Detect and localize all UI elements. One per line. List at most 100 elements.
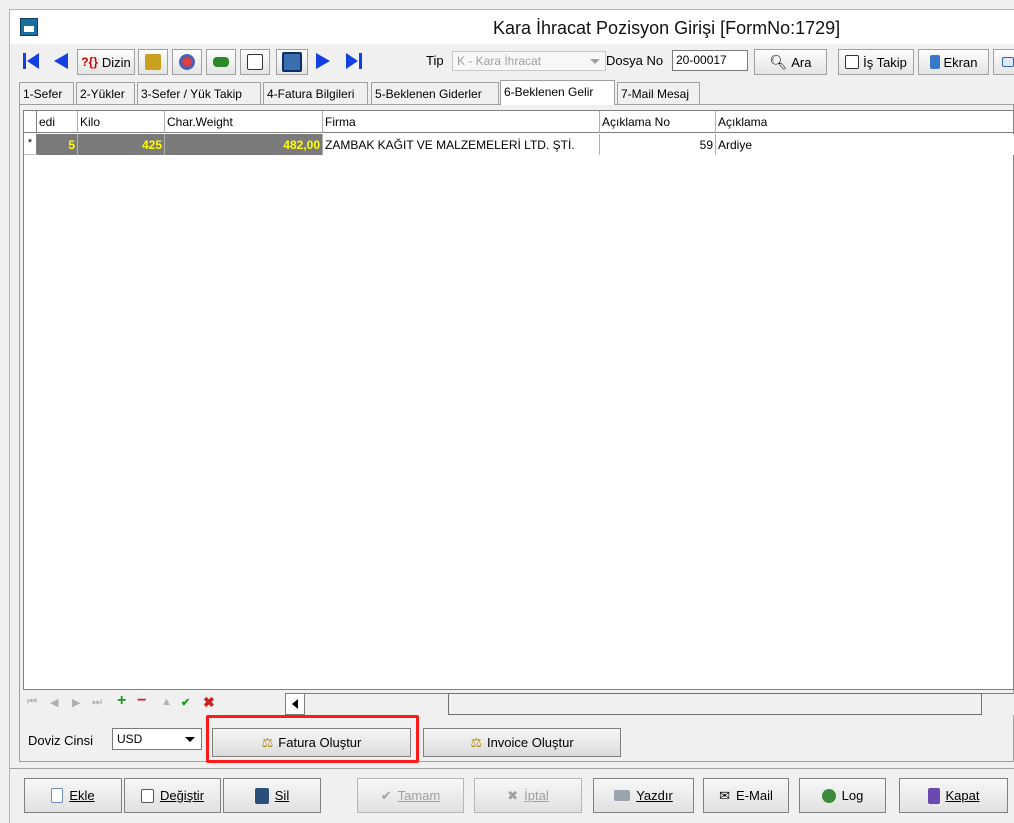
first-record-icon-bar [23,53,26,69]
kapat-label: Kapat [945,788,980,803]
printer-icon [614,790,631,801]
email-button[interactable]: ✉ E-Mail [703,778,789,813]
confirm-icon[interactable]: ✔ [181,696,190,709]
invoice-olustur-label: Invoice Oluştur [486,735,574,750]
print-preview-icon [247,54,263,70]
search-icon: 🔍︎ [769,53,788,70]
nav-prev-icon[interactable]: ◀ [50,696,58,709]
tab-yukler[interactable]: 2-Yükler [76,82,135,104]
previous-record-icon[interactable] [54,53,68,69]
extra-button[interactable] [993,49,1014,75]
dosya-label: Dosya No [606,53,664,68]
gelir-grid[interactable]: edi Kilo Char.Weight Firma Açıklama No A… [23,110,1014,690]
title-bar: Kara İhracat Pozisyon Girişi [FormNo:172… [10,10,1014,44]
palette-button[interactable] [172,49,202,75]
money-button[interactable] [206,49,236,75]
iptal-button[interactable]: ✖ İptal [474,778,582,813]
tamam-label: Tamam [397,788,441,803]
edit-icon [140,788,154,803]
envelope-icon: ✉ [719,787,731,803]
highlight-box [206,715,419,763]
calculator-icon [282,52,302,72]
tab-sefer-yuk-takip[interactable]: 3-Sefer / Yük Takip [137,82,261,104]
cancel-icon: ✖ [507,787,519,803]
header-aciklama[interactable]: Açıklama [716,111,1014,133]
header-indicator [24,111,37,133]
ekle-button[interactable]: Ekle [24,778,122,813]
add-row-icon[interactable]: + [117,692,126,710]
tab-beklenen-giderler[interactable]: 5-Beklenen Giderler [371,82,499,104]
dizin-button[interactable]: ?{} Dizin [77,49,135,75]
header-kilo[interactable]: Kilo [78,111,165,133]
sil-label: Sil [274,788,290,803]
row-indicator: * [24,134,37,154]
header-firma[interactable]: Firma [323,111,600,133]
tamam-button[interactable]: ✔ Tamam [357,778,464,813]
cell-kilo[interactable]: 425 [78,134,165,155]
cell-edi[interactable]: 5 [37,134,78,155]
footer-separator [10,768,1014,769]
sil-button[interactable]: Sil [223,778,321,813]
scrollbar-thumb[interactable] [448,693,982,715]
yazdir-button[interactable]: Yazdır [593,778,694,813]
new-document-icon [51,788,64,803]
palette-icon [179,54,195,70]
ekran-label: Ekran [943,54,978,70]
email-label: E-Mail [736,788,773,803]
app-icon [20,18,38,36]
next-record-icon[interactable] [316,53,330,69]
nav-last-icon[interactable]: ⏭ [92,696,102,709]
window-title: Kara İhracat Pozisyon Girişi [FormNo:172… [493,18,841,38]
dosya-no-input[interactable]: 20-00017 [672,50,748,71]
chevron-down-icon [185,737,195,742]
grid-header: edi Kilo Char.Weight Firma Açıklama No A… [24,111,1013,133]
edit-row-icon[interactable]: ▲ [161,696,172,708]
ara-label: Ara [791,54,812,70]
tip-value: K - Kara İhracat [457,54,542,68]
cell-firma[interactable]: ZAMBAK KAĞIT VE MALZEMELERİ LTD. ŞTİ. [323,134,600,155]
table-row[interactable]: * 5 425 482,00 ZAMBAK KAĞIT VE MALZEMELE… [24,134,1014,155]
degistir-label: Değiştir [159,788,205,803]
tip-select: K - Kara İhracat [452,51,606,71]
scroll-left-icon[interactable] [285,693,305,715]
ara-button[interactable]: 🔍︎ Ara [754,49,827,75]
degistir-button[interactable]: Değiştir [124,778,221,813]
scales-icon: ⚖ [470,734,482,750]
monitor-icon [929,55,940,69]
tab-fatura-bilgileri[interactable]: 4-Fatura Bilgileri [263,82,368,104]
chevron-down-icon [590,59,600,64]
cell-char-weight[interactable]: 482,00 [165,134,323,155]
tab-beklenen-gelir[interactable]: 6-Beklenen Gelir [500,80,615,105]
trash-icon [254,787,269,804]
last-record-icon-bar [359,53,362,69]
is-takip-button[interactable]: İş Takip [838,49,914,75]
log-label: Log [841,788,864,803]
filter-button[interactable] [138,49,168,75]
remove-row-icon[interactable]: − [137,692,146,710]
header-char-weight[interactable]: Char.Weight [165,111,323,133]
log-button[interactable]: Log [799,778,886,813]
nav-next-icon[interactable]: ▶ [72,696,80,709]
doviz-select[interactable]: USD [112,728,202,750]
preview-button[interactable] [240,49,270,75]
tab-sefer[interactable]: 1-Sefer [19,82,74,104]
check-icon: ✔ [380,787,392,803]
checklist-icon [845,55,860,69]
last-record-icon[interactable] [346,53,358,69]
first-record-icon[interactable] [27,53,39,69]
nav-first-icon[interactable]: ⏮ [27,696,37,709]
tab-mail-mesaj[interactable]: 7-Mail Mesaj [617,82,700,104]
header-edi[interactable]: edi [37,111,78,133]
cell-aciklama-no[interactable]: 59 [600,134,716,155]
exit-door-icon [927,787,940,804]
cell-aciklama[interactable]: Ardiye [716,134,1014,155]
iptal-label: İptal [524,788,549,803]
ekran-button[interactable]: Ekran [918,49,989,75]
dizin-label: Dizin [101,54,131,70]
calculator-button[interactable] [276,49,308,75]
header-aciklama-no[interactable]: Açıklama No [600,111,716,133]
kapat-button[interactable]: Kapat [899,778,1008,813]
invoice-olustur-button[interactable]: ⚖ Invoice Oluştur [423,728,621,757]
cancel-icon[interactable]: ✖ [203,694,215,711]
is-takip-label: İş Takip [863,54,907,70]
